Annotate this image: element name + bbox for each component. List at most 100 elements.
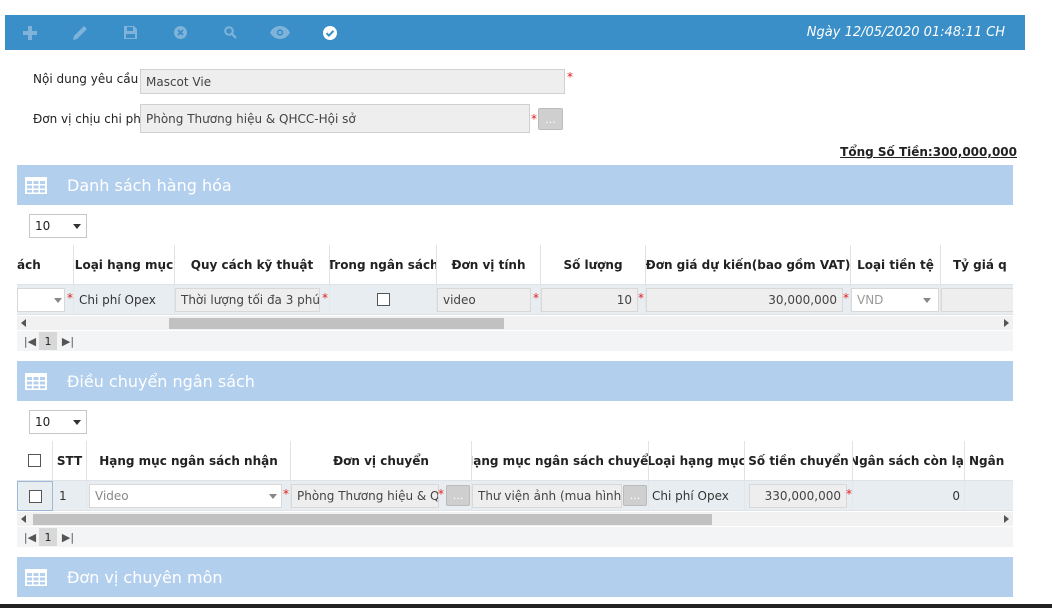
- stt-cell: 1: [53, 481, 87, 511]
- select-all-checkbox[interactable]: [28, 454, 41, 467]
- chevron-down-icon: [269, 494, 277, 499]
- column-header[interactable]: [17, 441, 53, 481]
- transfer-horizontal-scrollbar[interactable]: [17, 512, 1013, 526]
- spec-field[interactable]: Thời lượng tối đa 3 phút: [175, 288, 320, 312]
- table-cell: Thư viện ảnh (mua hình ả ...: [472, 481, 649, 511]
- cost-unit-field[interactable]: Phòng Thương hiệu & QHCC-Hội sở: [140, 104, 530, 133]
- column-header[interactable]: Tỷ giá q: [941, 245, 1013, 285]
- required-mark: *: [67, 291, 73, 305]
- goods-grid: ách Loại hạng mục Quy cách kỹ thuật Tron…: [17, 245, 1013, 316]
- first-page-icon[interactable]: |◀: [23, 531, 37, 544]
- table-cell: VND: [851, 285, 941, 315]
- column-header[interactable]: Đơn giá dự kiến(bao gồm VAT): [646, 245, 851, 285]
- unit-price-field[interactable]: 30,000,000: [646, 288, 843, 312]
- page-size-value: 10: [35, 219, 51, 233]
- section-title: Danh sách hàng hóa: [67, 175, 232, 195]
- amount-field[interactable]: 330,000,000: [749, 484, 847, 508]
- scrollbar-thumb[interactable]: [169, 318, 504, 329]
- column-header[interactable]: Loại hạng mục: [74, 245, 175, 285]
- required-mark: *: [531, 112, 537, 126]
- scroll-left-icon[interactable]: [21, 515, 26, 523]
- column-header[interactable]: Loại tiền tệ: [851, 245, 941, 285]
- goods-section-header[interactable]: Danh sách hàng hóa: [17, 165, 1013, 205]
- edit-button[interactable]: [55, 15, 105, 50]
- quantity-field[interactable]: 10: [541, 288, 638, 312]
- add-button[interactable]: [5, 15, 55, 50]
- unit-field[interactable]: video: [437, 288, 531, 312]
- row-checkbox[interactable]: [28, 489, 42, 503]
- receive-item-select[interactable]: Video: [89, 484, 282, 508]
- from-unit-picker-button[interactable]: ...: [446, 485, 470, 506]
- table-icon: [25, 372, 47, 390]
- column-header[interactable]: Hạng mục ngân sách nhận: [87, 441, 291, 481]
- page-size-value: 10: [35, 415, 51, 429]
- search-button[interactable]: [205, 15, 255, 50]
- transfer-section-header[interactable]: Điều chuyển ngân sách: [17, 361, 1013, 401]
- expert-units-section-header[interactable]: Đơn vị chuyên môn: [17, 557, 1013, 597]
- goods-horizontal-scrollbar[interactable]: [17, 316, 1013, 330]
- approve-button[interactable]: [305, 15, 355, 50]
- chevron-down-icon: [54, 298, 62, 303]
- page-number[interactable]: 1: [39, 332, 57, 350]
- scroll-right-icon[interactable]: [1004, 319, 1009, 327]
- column-header[interactable]: Số lượng: [541, 245, 646, 285]
- page-size-select[interactable]: 10: [29, 214, 87, 238]
- from-unit-field[interactable]: Phòng Thương hiệu & QHC: [291, 484, 439, 508]
- goods-pager: |◀ 1 ▶|: [17, 331, 1013, 351]
- column-header[interactable]: Loại hạng mục: [649, 441, 745, 481]
- column-header[interactable]: STT: [53, 441, 87, 481]
- scroll-left-icon[interactable]: [21, 319, 26, 327]
- last-page-icon[interactable]: ▶|: [61, 531, 75, 544]
- table-cell: 330,000,000 *: [745, 481, 853, 511]
- plus-icon: [23, 25, 37, 40]
- from-item-picker-button[interactable]: ...: [623, 485, 647, 506]
- table-icon: [25, 176, 47, 194]
- total-amount: Tổng Số Tiền:300,000,000: [840, 145, 1017, 159]
- exchange-rate-field[interactable]: [941, 288, 1013, 312]
- required-mark: *: [638, 291, 644, 305]
- page-number[interactable]: 1: [39, 528, 57, 546]
- save-icon: [123, 26, 137, 39]
- table-cell: 30,000,000 *: [646, 285, 851, 315]
- page-size-select[interactable]: 10: [29, 410, 87, 434]
- column-header[interactable]: Quy cách kỹ thuật: [175, 245, 330, 285]
- toolbar: Ngày 12/05/2020 01:48:11 CH: [5, 15, 1025, 50]
- cost-unit-picker-button[interactable]: ...: [538, 108, 563, 130]
- scroll-right-icon[interactable]: [1004, 515, 1009, 523]
- table-cell: Video *: [87, 481, 291, 511]
- required-mark: *: [322, 291, 328, 305]
- column-header[interactable]: ách: [17, 245, 74, 285]
- category-type-cell: Chi phí Opex: [74, 285, 175, 315]
- chevron-down-icon: [73, 223, 81, 229]
- column-header[interactable]: Hạng mục ngân sách chuyển: [472, 441, 649, 481]
- column-header[interactable]: Số tiền chuyển: [745, 441, 853, 481]
- chevron-down-icon: [923, 298, 931, 303]
- remaining-budget-cell: 0: [853, 481, 965, 511]
- save-button[interactable]: [105, 15, 155, 50]
- in-budget-checkbox[interactable]: [376, 293, 390, 306]
- from-item-field[interactable]: Thư viện ảnh (mua hình ả: [472, 484, 622, 508]
- cancel-button[interactable]: [155, 15, 205, 50]
- column-header[interactable]: Trong ngân sách: [330, 245, 437, 285]
- close-circle-icon: [173, 26, 187, 39]
- scrollbar-thumb[interactable]: [33, 514, 712, 525]
- check-circle-icon: [323, 25, 337, 40]
- column-header[interactable]: Ngân sách còn lại: [853, 441, 965, 481]
- cost-unit-label: Đơn vị chịu chi phí: [33, 112, 145, 126]
- current-datetime: Ngày 12/05/2020 01:48:11 CH: [806, 25, 1005, 40]
- view-button[interactable]: [255, 15, 305, 50]
- table-cell: [17, 481, 53, 511]
- transfer-pager: |◀ 1 ▶|: [17, 527, 1013, 547]
- column-header[interactable]: Đơn vị tính: [437, 245, 541, 285]
- column-header[interactable]: Đơn vị chuyển: [291, 441, 472, 481]
- column-header[interactable]: Ngân: [965, 441, 1013, 481]
- table-icon: [25, 568, 47, 586]
- last-page-icon[interactable]: ▶|: [61, 335, 75, 348]
- request-content-field[interactable]: Mascot Vie: [140, 69, 565, 94]
- table-cell: [941, 285, 1013, 315]
- taskbar-edge: [0, 604, 1052, 608]
- required-mark: *: [846, 487, 852, 501]
- first-page-icon[interactable]: |◀: [23, 335, 37, 348]
- table-cell: *: [17, 285, 74, 315]
- eye-icon: [270, 26, 290, 39]
